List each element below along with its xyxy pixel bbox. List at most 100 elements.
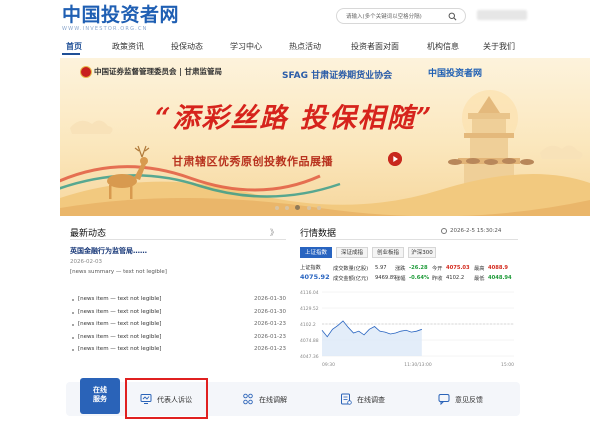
search-icon[interactable] — [448, 12, 457, 21]
bullet-icon — [72, 311, 74, 314]
chat-icon — [438, 394, 450, 405]
chart-x-tick-label: 15:00 — [501, 362, 514, 368]
stat-label: 昨收 — [432, 276, 443, 282]
banner-org-logos: 中国证券监督管理委员会 | 甘肃监管局 SFAG 甘肃证券期货业协会 中国投资者… — [60, 64, 590, 86]
stat-value: 5.97 — [375, 265, 387, 271]
tab-chinext-index[interactable]: 创业板指 — [372, 247, 404, 258]
bullet-icon — [72, 299, 74, 301]
user-account-area[interactable] — [477, 10, 527, 20]
market-heading: 行情数据 — [300, 229, 337, 239]
list-item[interactable]: [news item — text not legible] 2026-01-23 — [70, 332, 286, 345]
news-item-date: 2026-01-23 — [254, 346, 286, 352]
search-box[interactable]: 请输入(多个关键词以空格分隔) — [336, 8, 466, 24]
news-headline-date: 2026-02-03 — [70, 259, 102, 265]
banner-org-csrc: 中国证券监督管理委员会 | 甘肃监管局 — [94, 67, 222, 76]
chart-x-tick-label: 09:30 — [322, 362, 335, 368]
list-item[interactable]: [news item — text not legible] 2026-01-23 — [70, 319, 286, 332]
market-timestamp: 2026-2-5 15:30:24 — [450, 228, 502, 234]
csrc-emblem-icon — [80, 66, 92, 78]
stat-label: 今开 — [432, 266, 443, 272]
divider — [300, 239, 518, 240]
nav-item-about[interactable]: 关于我们 — [483, 41, 515, 52]
service-label: 在线调解 — [259, 396, 287, 404]
clock-icon — [441, 228, 447, 234]
stat-label: 最低 — [474, 276, 485, 282]
nav-item-policy[interactable]: 政策资讯 — [112, 41, 144, 52]
banner-org-sfag: SFAG 甘肃证券期货业协会 — [282, 71, 393, 81]
main-nav: 首页 政策资讯 投保动态 学习中心 热点活动 投资者面对面 机构信息 关于我们 — [60, 38, 530, 56]
stat-label: 涨幅 — [395, 276, 406, 282]
nav-item-learning[interactable]: 学习中心 — [230, 41, 262, 52]
news-item-title[interactable]: [news item — text not legible] — [78, 309, 228, 315]
news-item-date: 2026-01-30 — [254, 308, 286, 315]
chart-y-tick-label: 4102.2 — [300, 322, 316, 328]
badge-line-2: 服务 — [93, 395, 107, 403]
list-item[interactable]: [news item — text not legible] 2026-01-23 — [70, 344, 286, 357]
chart-y-tick-label: 4129.52 — [300, 306, 319, 312]
stat-value: 9469.89 — [375, 275, 397, 281]
news-heading: 最新动态 — [70, 229, 107, 239]
hero-banner[interactable]: 中国证券监督管理委员会 | 甘肃监管局 SFAG 甘肃证券期货业协会 中国投资者… — [60, 58, 590, 216]
carousel-dot[interactable] — [285, 206, 290, 210]
stat-label: 涨跌 — [395, 266, 406, 272]
search-input[interactable]: 请输入(多个关键词以空格分隔) — [346, 12, 422, 20]
nav-item-events[interactable]: 热点活动 — [289, 41, 321, 52]
banner-title: “添彩丝路 投保相随” — [155, 103, 434, 134]
tab-csi300[interactable]: 沪深300 — [408, 247, 436, 258]
carousel-dot-active[interactable] — [295, 205, 301, 210]
news-item-title[interactable]: [news item — text not legible] — [78, 296, 228, 302]
news-list: [news item — text not legible] 2026-01-30… — [70, 294, 286, 357]
service-label: 在线调查 — [357, 396, 385, 404]
banner-org-investor-net: 中国投资者网 — [428, 69, 483, 79]
news-headline[interactable]: 英国金融行为监管局…… — [70, 246, 286, 256]
divider — [70, 239, 286, 240]
people-icon — [243, 393, 253, 405]
index-value: 4075.92 — [300, 273, 330, 281]
carousel-dot[interactable] — [275, 206, 279, 210]
list-item[interactable]: [news item — text not legible] 2026-01-30 — [70, 307, 286, 320]
logo-title: 中国投资者网 — [62, 4, 180, 26]
site-logo[interactable]: 中国投资者网 WWW.INVESTOR.ORG.CN — [62, 4, 192, 34]
stat-value: 4102.2 — [446, 275, 465, 281]
stat-label: 最高 — [474, 266, 485, 272]
badge-line-1: 在线 — [93, 386, 107, 394]
play-icon[interactable] — [388, 152, 402, 166]
nav-active-indicator — [62, 53, 80, 55]
tab-shenzhen-index[interactable]: 深证成指 — [336, 247, 368, 258]
survey-icon — [341, 393, 352, 405]
chart-y-tick-label: 4047.36 — [300, 354, 319, 360]
news-more-link[interactable]: 》 — [270, 227, 278, 238]
carousel-dots — [275, 204, 325, 210]
index-line-chart: 4116.04 4129.52 4102.2 4074.88 4047.3609:30 1… — [300, 290, 514, 368]
stat-label: 成交金额(亿元) — [333, 276, 369, 282]
chart-x-tick-label: 11:30/13:00 — [404, 362, 432, 368]
bullet-icon — [72, 349, 74, 351]
nav-item-home[interactable]: 首页 — [66, 41, 82, 52]
news-item-title[interactable]: [news item — text not legible] — [78, 321, 228, 327]
news-item-date: 2026-01-23 — [254, 333, 286, 340]
carousel-dot[interactable] — [316, 206, 321, 210]
online-services-badge: 在线 服务 — [80, 378, 120, 414]
logo-subtitle: WWW.INVESTOR.ORG.CN — [62, 26, 148, 32]
stat-value: 4048.94 — [488, 275, 512, 281]
news-item-date: 2026-01-23 — [254, 321, 286, 327]
news-item-date: 2026-01-30 — [254, 296, 286, 302]
nav-item-protection[interactable]: 投保动态 — [171, 41, 203, 52]
highlight-annotation — [125, 378, 208, 419]
chart-y-tick-label: 4074.88 — [300, 338, 319, 344]
index-name: 上证指数 — [300, 265, 321, 271]
nav-item-face-to-face[interactable]: 投资者面对面 — [351, 41, 399, 52]
service-label: 意见反馈 — [455, 396, 483, 404]
news-item-title[interactable]: [news item — text not legible] — [78, 334, 228, 340]
bullet-icon — [72, 324, 74, 326]
nav-item-institutions[interactable]: 机构信息 — [427, 41, 459, 52]
market-stats: 上证指数 4075.92 成交数量(亿股) 5.97 涨跌 -26.28 今开 … — [300, 264, 520, 284]
site-header: 中国投资者网 WWW.INVESTOR.ORG.CN 请输入(多个关键词以空格分… — [0, 0, 590, 38]
banner-subtitle: 甘肃辖区优秀原创投教作品展播 — [172, 155, 333, 168]
news-item-title[interactable]: [news item — text not legible] — [78, 346, 228, 352]
tab-shanghai-index[interactable]: 上证指数 — [300, 247, 332, 258]
stat-value: -26.28 — [409, 265, 428, 271]
bullet-icon — [72, 336, 74, 339]
carousel-dot[interactable] — [306, 206, 311, 210]
list-item[interactable]: [news item — text not legible] 2026-01-30 — [70, 294, 286, 307]
